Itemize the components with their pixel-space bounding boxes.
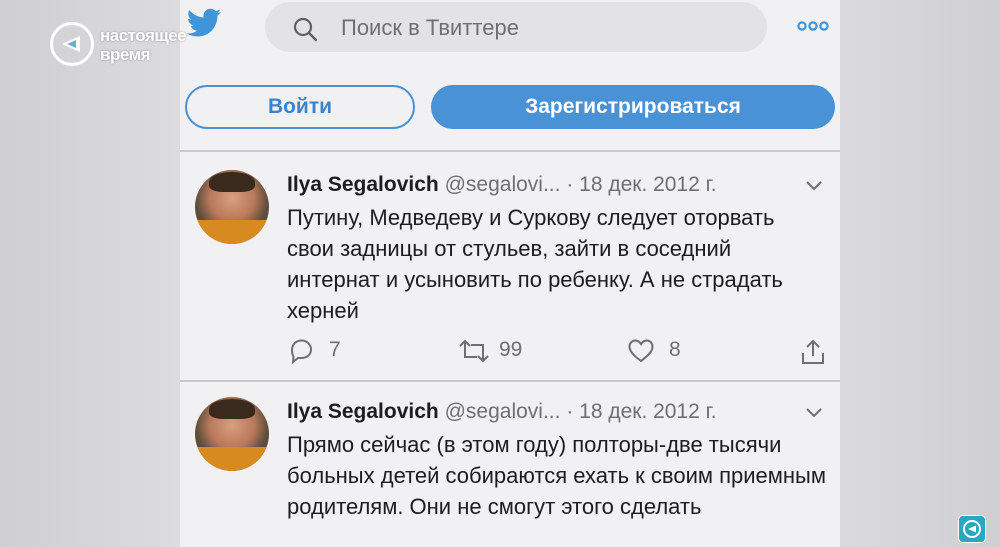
share-icon <box>802 339 824 364</box>
search-icon <box>292 16 318 47</box>
chevron-down-icon[interactable] <box>804 405 824 424</box>
reply-icon <box>290 339 313 364</box>
more-dots-icon[interactable] <box>797 19 829 38</box>
tweet[interactable]: Ilya Segalovich @segalovi... · 18 дек. 2… <box>180 170 840 378</box>
tweet-text: Прямо сейчас (в этом году) полторы-две т… <box>287 432 826 519</box>
reply-count: 7 <box>329 338 341 361</box>
twitter-bird-icon[interactable] <box>186 8 222 43</box>
tweet-header: Ilya Segalovich @segalovi... · 18 дек. 2… <box>287 173 717 197</box>
search-input[interactable]: Поиск в Твиттере <box>265 2 767 52</box>
heart-icon <box>628 339 654 363</box>
signup-button[interactable]: Зарегистрироваться <box>431 85 835 129</box>
author-handle[interactable]: @segalovi... <box>445 400 561 423</box>
author-name[interactable]: Ilya Segalovich <box>287 173 439 196</box>
tweet-text: Путину, Медведеву и Суркову следует отор… <box>287 205 783 323</box>
author-handle[interactable]: @segalovi... <box>445 173 561 196</box>
avatar[interactable] <box>195 397 269 471</box>
tweet[interactable]: Ilya Segalovich @segalovi... · 18 дек. 2… <box>180 397 840 547</box>
tweet-date[interactable]: · 18 дек. 2012 г. <box>566 400 716 423</box>
like-count: 8 <box>669 338 681 361</box>
tweet-actions: 7 99 8 <box>287 336 827 366</box>
login-button[interactable]: Войти <box>185 85 415 129</box>
channel-logo-icon <box>50 22 94 66</box>
chevron-down-icon[interactable] <box>804 178 824 197</box>
tweet-header: Ilya Segalovich @segalovi... · 18 дек. 2… <box>287 400 717 424</box>
channel-watermark-icon <box>958 515 986 543</box>
tweet-date[interactable]: · 18 дек. 2012 г. <box>566 173 716 196</box>
divider <box>180 380 840 382</box>
author-name[interactable]: Ilya Segalovich <box>287 400 439 423</box>
retweet-icon <box>459 339 489 363</box>
search-placeholder: Поиск в Твиттере <box>341 15 519 40</box>
divider <box>180 150 840 152</box>
retweet-count: 99 <box>499 338 523 361</box>
channel-logo-line2: время <box>100 45 151 64</box>
avatar[interactable] <box>195 170 269 244</box>
channel-logo-line1: настоящее <box>100 26 187 45</box>
